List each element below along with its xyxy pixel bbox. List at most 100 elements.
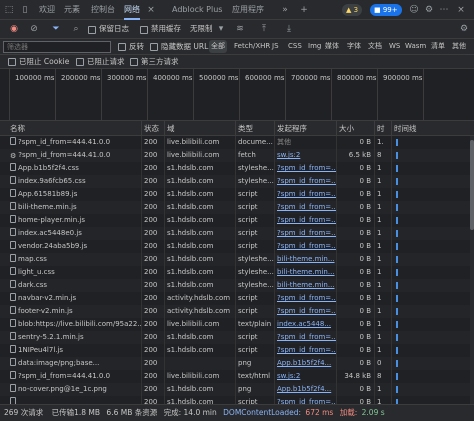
request-name[interactable]: light_u.css: [18, 268, 55, 276]
overview-timeline[interactable]: 100000 ms 200000 ms 300000 ms 400000 ms 5000…: [0, 69, 474, 121]
cell-initiator[interactable]: ?spm_id_from=...: [275, 188, 337, 201]
cell-initiator[interactable]: ?spm_id_from=...: [275, 227, 337, 240]
cell-initiator[interactable]: ?spm_id_from=...: [275, 292, 337, 305]
type-filter-wasm[interactable]: Wasm: [403, 40, 428, 53]
export-har-icon[interactable]: ⤓: [283, 22, 295, 36]
tab-adblock-plus[interactable]: Adblock Plus: [172, 0, 222, 20]
preserve-log-checkbox[interactable]: [88, 26, 96, 34]
request-name[interactable]: navbar-v2.min.js: [18, 294, 76, 302]
feedback-icon[interactable]: ☺: [408, 3, 420, 17]
table-row[interactable]: data:image/png;base... 200 png App.b1b5f2f4…: [0, 357, 470, 370]
cell-initiator[interactable]: ?spm_id_from=...: [275, 331, 337, 344]
table-row[interactable]: sentry-5.2.1.min.js 200 s1.hdslb.com script…: [0, 331, 470, 344]
table-row[interactable]: map.css 200 s1.hdslb.com styleshe... bili-th…: [0, 253, 470, 266]
cell-initiator[interactable]: sw.js:2: [275, 370, 337, 383]
tab-elements[interactable]: 元素: [64, 0, 80, 20]
hide-data-urls-checkbox[interactable]: [150, 43, 158, 51]
tab-close-icon[interactable]: ×: [146, 3, 156, 17]
type-filter-js[interactable]: JS: [270, 40, 281, 53]
tab-application[interactable]: 应用程序: [232, 0, 264, 20]
column-name[interactable]: 名称: [8, 121, 142, 136]
table-row[interactable]: no-cover.png@1e_1c.png 200 s1.hdslb.com png…: [0, 383, 470, 396]
table-row[interactable]: ⚙ ?spm_id_from=444.41.0.0 200 live.bilibili…: [0, 149, 470, 162]
cell-initiator[interactable]: ?spm_id_from=...: [275, 201, 337, 214]
throttling-select[interactable]: 无限制: [190, 22, 213, 36]
type-filter-font[interactable]: 字体: [345, 40, 363, 53]
close-devtools-icon[interactable]: ×: [455, 3, 467, 17]
settings-gear-icon[interactable]: ⚙: [423, 3, 435, 17]
table-row[interactable]: navbar-v2.min.js 200 activity.hdslb.com scr…: [0, 292, 470, 305]
vertical-scrollbar[interactable]: [470, 136, 474, 404]
more-options-icon[interactable]: ⋯: [438, 3, 450, 17]
chevron-down-icon[interactable]: ▾: [217, 22, 225, 36]
table-row[interactable]: index.ac5448e0.js 200 s1.hdslb.com script ?s…: [0, 227, 470, 240]
tab-network[interactable]: 网络: [124, 0, 140, 20]
table-row[interactable]: blob:https://live.bilibili.com/95a22... 2…: [0, 318, 470, 331]
type-filter-media[interactable]: 媒体: [323, 40, 341, 53]
request-name[interactable]: dark.css: [18, 281, 47, 289]
column-time[interactable]: 时: [375, 121, 392, 136]
third-party-checkbox[interactable]: [130, 58, 138, 66]
cell-initiator[interactable]: ?spm_id_from=...: [275, 214, 337, 227]
type-filter-css[interactable]: CSS: [286, 40, 304, 53]
blocked-cookies-checkbox[interactable]: [8, 58, 16, 66]
network-conditions-icon[interactable]: ≋: [234, 22, 246, 36]
cell-initiator[interactable]: ?spm_id_from=...: [275, 175, 337, 188]
tab-console[interactable]: 控制台: [91, 0, 115, 20]
request-name[interactable]: index.ac5448e0.js: [18, 229, 82, 237]
type-filter-doc[interactable]: 文档: [366, 40, 384, 53]
request-name[interactable]: index.9a6fcb65.css: [18, 177, 86, 185]
request-name[interactable]: footer-v2.min.js: [18, 307, 73, 315]
table-row[interactable]: home-player.min.js 200 s1.hdslb.com script?…: [0, 214, 470, 227]
column-waterfall[interactable]: 时间线: [392, 121, 470, 136]
filter-input[interactable]: [3, 41, 111, 53]
type-filter-img[interactable]: Img: [306, 40, 323, 53]
cell-initiator[interactable]: sw.js:2: [275, 149, 337, 162]
request-name[interactable]: ?spm_id_from=444.41.0.0: [18, 372, 110, 380]
request-name[interactable]: bili-theme.min.js: [18, 203, 77, 211]
cell-initiator[interactable]: ?spm_id_from=...: [275, 344, 337, 357]
device-toolbar-icon[interactable]: ▯: [19, 3, 31, 17]
invert-checkbox[interactable]: [118, 43, 126, 51]
cell-initiator[interactable]: bili-theme.min...: [275, 279, 337, 292]
request-name[interactable]: ?spm_id_from=444.41.0.0: [18, 151, 110, 159]
type-filter-manifest[interactable]: 清单: [429, 40, 447, 53]
table-row[interactable]: App.61581b89.js 200 s1.hdslb.com script ?spm…: [0, 188, 470, 201]
tab-welcome[interactable]: 欢迎: [39, 0, 55, 20]
table-row[interactable]: light_u.css 200 s1.hdslb.com styleshe... bil…: [0, 266, 470, 279]
blocked-requests-checkbox[interactable]: [76, 58, 84, 66]
request-name[interactable]: home-player.min.js: [18, 216, 85, 224]
inspect-element-icon[interactable]: ⬚: [3, 3, 15, 17]
request-name[interactable]: sentry-5.2.1.min.js: [18, 333, 84, 341]
clear-icon[interactable]: ⊘: [28, 22, 40, 36]
cell-initiator[interactable]: index.ac5448...: [275, 318, 337, 331]
more-tabs-icon[interactable]: »: [279, 3, 291, 17]
request-name[interactable]: App.b1b5f2f4.css: [18, 164, 79, 172]
scrollbar-thumb[interactable]: [470, 140, 474, 230]
type-filter-other[interactable]: 其他: [450, 40, 468, 53]
column-size[interactable]: 大小: [337, 121, 375, 136]
record-icon[interactable]: ◉: [8, 22, 20, 36]
table-row[interactable]: dark.css 200 s1.hdslb.com styleshe... bili-t…: [0, 279, 470, 292]
table-row[interactable]: ?spm_id_from=444.41.0.0 200 live.bilibili.…: [0, 136, 470, 149]
column-domain[interactable]: 域: [165, 121, 236, 136]
table-row[interactable]: footer-v2.min.js 200 activity.hdslb.com scr…: [0, 305, 470, 318]
network-settings-icon[interactable]: ⚙: [458, 22, 470, 36]
request-name[interactable]: blob:https://live.bilibili.com/95a22...: [18, 320, 141, 328]
request-name[interactable]: 1NIPeu4l7l.js: [18, 346, 63, 354]
table-row[interactable]: 1NIPeu4l7l.js 200 s1.hdslb.com script ?spm_i…: [0, 344, 470, 357]
column-status[interactable]: 状态: [142, 121, 165, 136]
request-name[interactable]: vendor.24aba5b9.js: [18, 242, 87, 250]
disable-cache-checkbox[interactable]: [140, 26, 148, 34]
issues-badge[interactable]: ■ 99+: [370, 4, 402, 16]
table-row[interactable]: vendor.24aba5b9.js 200 s1.hdslb.com script?…: [0, 240, 470, 253]
cell-initiator[interactable]: bili-theme.min...: [275, 266, 337, 279]
cell-initiator[interactable]: bili-theme.min...: [275, 253, 337, 266]
request-name[interactable]: ?spm_id_from=444.41.0.0: [18, 138, 110, 146]
request-name[interactable]: map.css: [18, 255, 47, 263]
cell-initiator[interactable]: App.b1b5f2f4...: [275, 357, 337, 370]
filter-icon[interactable]: ⏷: [50, 22, 62, 36]
request-name[interactable]: no-cover.png@1e_1c.png: [18, 385, 107, 393]
request-name[interactable]: data:image/png;base...: [18, 359, 99, 367]
column-type[interactable]: 类型: [236, 121, 275, 136]
